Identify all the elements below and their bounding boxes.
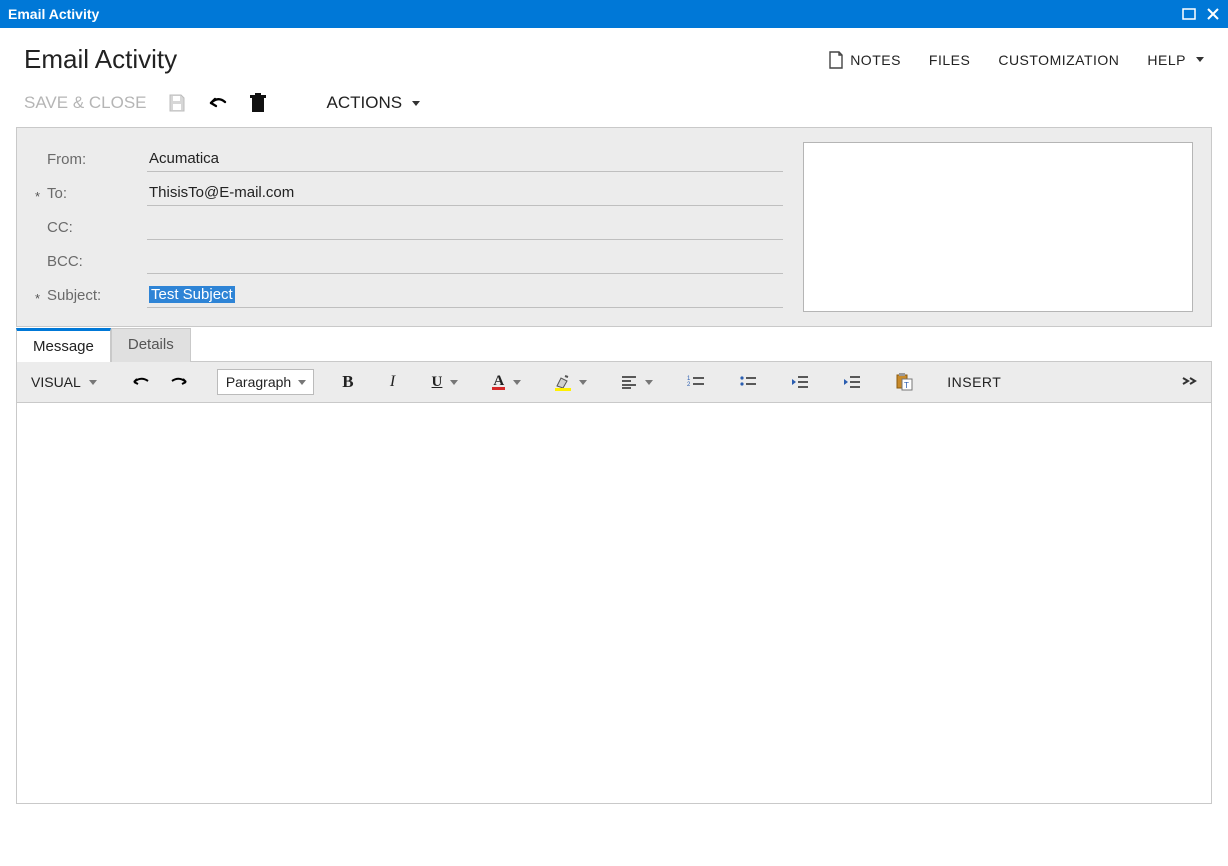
visual-label: VISUAL — [31, 374, 81, 390]
save-icon — [167, 93, 187, 113]
notes-link[interactable]: NOTES — [828, 51, 901, 69]
indent-button[interactable] — [837, 371, 867, 393]
bcc-field[interactable] — [147, 248, 783, 274]
svg-text:2: 2 — [687, 382, 691, 388]
undo-button[interactable] — [207, 95, 229, 111]
save-close-button: SAVE & CLOSE — [24, 93, 147, 113]
chevron-down-icon — [1196, 57, 1204, 62]
preview-box[interactable] — [803, 142, 1193, 312]
expand-toolbar-button[interactable] — [1175, 371, 1203, 393]
indent-icon — [843, 375, 861, 389]
chevron-down-icon — [412, 101, 420, 106]
paste-button[interactable]: T — [889, 369, 919, 395]
delete-button[interactable] — [249, 93, 267, 113]
editor-panel: VISUAL Paragraph B I — [16, 361, 1212, 804]
cc-row: CC: — [35, 210, 783, 244]
subject-selected-text: Test Subject — [149, 286, 235, 303]
outdent-icon — [791, 375, 809, 389]
files-link[interactable]: FILES — [929, 52, 970, 68]
notes-icon — [828, 51, 844, 69]
align-icon — [621, 375, 637, 389]
bcc-row: BCC: — [35, 244, 783, 278]
to-label: To: — [35, 185, 147, 202]
font-color-icon: A — [492, 375, 505, 390]
undo-icon — [131, 375, 151, 389]
subject-row: Subject: Test Subject — [35, 278, 783, 312]
customization-label: CUSTOMIZATION — [998, 52, 1119, 68]
numbered-list-button[interactable]: 12 — [681, 371, 711, 393]
chevron-down-icon — [450, 380, 458, 385]
editor-redo-button[interactable] — [163, 371, 195, 393]
subject-field[interactable]: Test Subject — [147, 282, 783, 308]
bcc-label: BCC: — [35, 253, 147, 270]
actions-label: ACTIONS — [327, 93, 403, 113]
chevron-down-icon — [513, 380, 521, 385]
tabs: Message Details — [16, 328, 1212, 362]
email-form: From: Acumatica To: ThisisTo@E-mail.com … — [16, 127, 1212, 327]
window-title: Email Activity — [8, 6, 99, 22]
outdent-button[interactable] — [785, 371, 815, 393]
email-fields: From: Acumatica To: ThisisTo@E-mail.com … — [35, 142, 783, 312]
insert-button[interactable]: INSERT — [941, 370, 1007, 394]
highlight-button[interactable] — [549, 370, 593, 395]
from-label: From: — [35, 151, 147, 168]
header-links: NOTES FILES CUSTOMIZATION HELP — [828, 51, 1204, 69]
paragraph-label: Paragraph — [226, 374, 291, 390]
title-bar: Email Activity — [0, 0, 1228, 28]
font-color-button[interactable]: A — [486, 371, 527, 394]
underline-icon: U — [432, 374, 443, 391]
maximize-icon[interactable] — [1182, 7, 1196, 21]
editor-body[interactable] — [17, 403, 1211, 803]
bold-button[interactable]: B — [336, 368, 359, 396]
chevron-down-icon — [89, 380, 97, 385]
main-toolbar: SAVE & CLOSE ACTIONS — [0, 83, 1228, 127]
cc-field[interactable] — [147, 214, 783, 240]
insert-label: INSERT — [947, 374, 1001, 390]
files-label: FILES — [929, 52, 970, 68]
help-label: HELP — [1147, 52, 1186, 68]
bullet-list-button[interactable] — [733, 371, 763, 393]
redo-icon — [169, 375, 189, 389]
cc-label: CC: — [35, 219, 147, 236]
undo-icon — [207, 95, 229, 111]
actions-button[interactable]: ACTIONS — [327, 93, 421, 113]
close-icon[interactable] — [1206, 7, 1220, 21]
chevron-down-icon — [645, 380, 653, 385]
numbered-list-icon: 12 — [687, 375, 705, 389]
chevron-down-icon — [579, 380, 587, 385]
bullet-list-icon — [739, 375, 757, 389]
visual-mode-button[interactable]: VISUAL — [25, 370, 103, 394]
to-field[interactable]: ThisisTo@E-mail.com — [147, 180, 783, 206]
to-row: To: ThisisTo@E-mail.com — [35, 176, 783, 210]
paragraph-select[interactable]: Paragraph — [217, 369, 314, 395]
help-link[interactable]: HELP — [1147, 52, 1204, 68]
underline-button[interactable]: U — [426, 370, 465, 395]
trash-icon — [249, 93, 267, 113]
from-field[interactable]: Acumatica — [147, 146, 783, 172]
svg-text:T: T — [904, 381, 909, 390]
paste-icon: T — [895, 373, 913, 391]
subject-label: Subject: — [35, 287, 147, 304]
page-header: Email Activity NOTES FILES CUSTOMIZATION… — [0, 28, 1228, 83]
from-row: From: Acumatica — [35, 142, 783, 176]
window-controls — [1182, 7, 1220, 21]
customization-link[interactable]: CUSTOMIZATION — [998, 52, 1119, 68]
expand-icon — [1181, 375, 1197, 389]
italic-button[interactable]: I — [382, 369, 404, 395]
tab-message[interactable]: Message — [16, 328, 111, 362]
save-button — [167, 93, 187, 113]
align-button[interactable] — [615, 371, 659, 393]
notes-label: NOTES — [850, 52, 901, 68]
app-window: Email Activity Email Activity NOTES FILE… — [0, 0, 1228, 866]
editor-toolbar: VISUAL Paragraph B I — [17, 362, 1211, 403]
page-title: Email Activity — [24, 44, 177, 75]
tab-details[interactable]: Details — [111, 328, 191, 362]
highlight-icon — [555, 374, 571, 391]
editor-undo-button[interactable] — [125, 371, 157, 393]
